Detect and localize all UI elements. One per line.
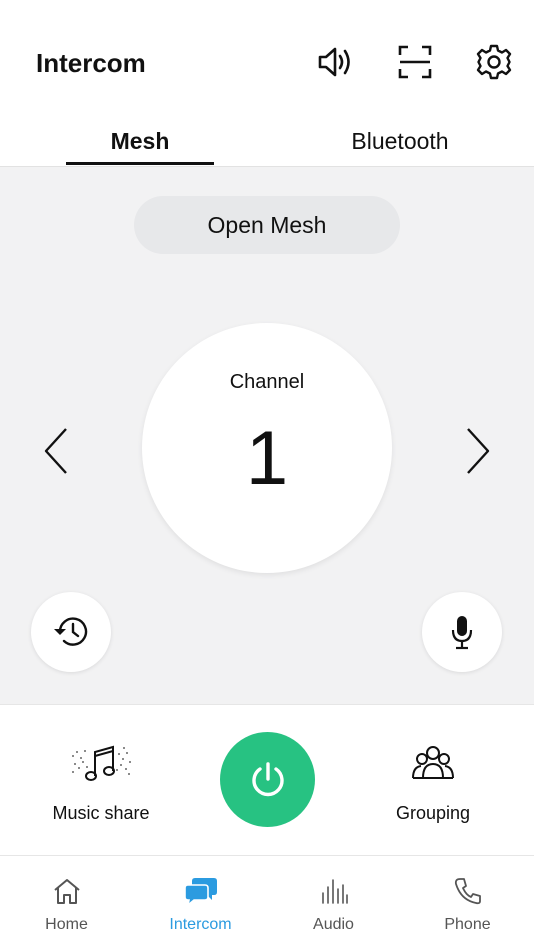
nav-phone-label: Phone bbox=[444, 916, 491, 933]
grouping-button[interactable]: Grouping bbox=[353, 705, 513, 857]
intercom-actions: Music share Grouping bbox=[0, 704, 534, 856]
channel-number: 1 bbox=[245, 416, 289, 501]
nav-intercom-label: Intercom bbox=[169, 916, 232, 933]
next-channel-button[interactable] bbox=[458, 423, 498, 479]
grouping-label: Grouping bbox=[395, 803, 471, 823]
equalizer-icon bbox=[267, 874, 400, 908]
header: Intercom bbox=[0, 0, 534, 120]
nav-audio-label: Audio bbox=[313, 916, 354, 933]
gear-icon[interactable] bbox=[474, 42, 514, 82]
open-mesh-button[interactable]: Open Mesh bbox=[134, 196, 400, 254]
power-icon bbox=[251, 761, 284, 796]
grouping-icon bbox=[353, 741, 513, 785]
chevron-right-icon bbox=[467, 428, 490, 474]
nav-intercom[interactable]: Intercom bbox=[134, 856, 267, 950]
history-icon bbox=[54, 617, 88, 646]
music-share-button[interactable]: Music share bbox=[21, 705, 181, 857]
tab-mesh[interactable]: Mesh bbox=[66, 128, 214, 155]
active-tab-indicator bbox=[66, 162, 214, 165]
channel-dial[interactable]: Channel 1 bbox=[142, 323, 392, 573]
chevron-left-icon bbox=[44, 428, 67, 474]
microphone-button[interactable] bbox=[422, 592, 502, 672]
music-share-icon bbox=[21, 741, 181, 785]
history-button[interactable] bbox=[31, 592, 111, 672]
bottom-navigation: Home Intercom Audio Phone bbox=[0, 856, 534, 950]
speaker-volume-icon[interactable] bbox=[316, 42, 356, 82]
home-icon bbox=[0, 874, 133, 908]
music-share-label: Music share bbox=[52, 803, 150, 823]
nav-audio[interactable]: Audio bbox=[267, 856, 400, 950]
channel-label: Channel bbox=[229, 371, 305, 393]
mesh-panel: Open Mesh Channel 1 bbox=[0, 167, 534, 704]
power-button[interactable] bbox=[220, 732, 315, 827]
microphone-icon bbox=[451, 616, 473, 650]
page-title: Intercom bbox=[36, 48, 146, 78]
nav-home-label: Home bbox=[45, 916, 88, 933]
phone-icon bbox=[401, 874, 534, 908]
scan-icon[interactable] bbox=[395, 42, 435, 82]
nav-home[interactable]: Home bbox=[0, 856, 133, 950]
chat-bubbles-icon bbox=[134, 874, 267, 908]
nav-phone[interactable]: Phone bbox=[401, 856, 534, 950]
previous-channel-button[interactable] bbox=[36, 423, 76, 479]
tab-bar: Mesh Bluetooth bbox=[0, 120, 534, 167]
tab-bluetooth[interactable]: Bluetooth bbox=[320, 128, 480, 155]
